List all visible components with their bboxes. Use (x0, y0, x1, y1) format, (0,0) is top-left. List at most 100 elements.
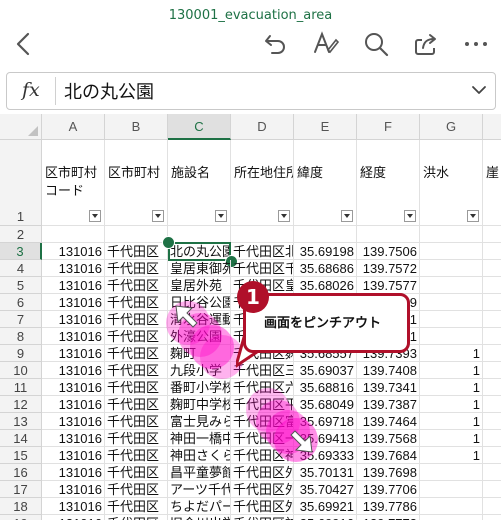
table-cell[interactable]: 千代田区 (105, 379, 168, 396)
share-icon[interactable] (412, 30, 440, 58)
filter-dropdown-icon[interactable] (341, 210, 353, 222)
table-cell[interactable] (483, 396, 501, 413)
row-header-15[interactable]: 15 (0, 447, 42, 464)
table-cell[interactable]: 千代田区 (105, 328, 168, 345)
select-all-corner[interactable] (0, 114, 42, 140)
row-header-13[interactable]: 13 (0, 413, 42, 430)
table-cell[interactable]: 35.70131 (294, 464, 357, 481)
row-header-7[interactable]: 7 (0, 311, 42, 328)
table-cell[interactable]: 35.68026 (294, 277, 357, 294)
table-cell[interactable]: 1 (420, 362, 483, 379)
table-cell[interactable] (231, 226, 294, 243)
column-header-B[interactable]: B (105, 114, 168, 140)
row-header-1[interactable]: 1 (0, 140, 42, 226)
table-cell[interactable] (357, 226, 420, 243)
table-cell[interactable]: 139.7773 (357, 515, 420, 520)
row-header-6[interactable]: 6 (0, 294, 42, 311)
table-cell[interactable]: 富士見みら (168, 413, 231, 430)
table-cell[interactable]: 1 (420, 345, 483, 362)
column-header-G[interactable]: G (420, 114, 483, 140)
undo-icon[interactable] (262, 30, 290, 58)
row-header-12[interactable]: 12 (0, 396, 42, 413)
header-cell[interactable]: 施設名 (168, 140, 231, 226)
table-cell[interactable]: 139.7706 (357, 481, 420, 498)
table-cell[interactable]: 131016 (42, 345, 105, 362)
table-cell[interactable] (483, 328, 501, 345)
table-cell[interactable] (483, 481, 501, 498)
table-cell[interactable]: 131016 (42, 294, 105, 311)
table-cell[interactable]: 35.68049 (294, 396, 357, 413)
column-header-C[interactable]: C (168, 114, 231, 140)
row-header-5[interactable]: 5 (0, 277, 42, 294)
table-cell[interactable]: 131016 (42, 362, 105, 379)
table-cell[interactable]: 麹町中学校 (168, 396, 231, 413)
table-cell[interactable] (483, 226, 501, 243)
table-cell[interactable]: 139.7464 (357, 413, 420, 430)
table-cell[interactable]: 139.7506 (357, 243, 420, 260)
table-cell[interactable] (420, 464, 483, 481)
table-cell[interactable]: 139.7341 (357, 379, 420, 396)
row-header-19[interactable]: 19 (0, 515, 42, 520)
table-cell[interactable]: 千代田区 (105, 294, 168, 311)
table-cell[interactable]: 旧会川出学 (168, 515, 231, 520)
row-header-10[interactable]: 10 (0, 362, 42, 379)
table-cell[interactable]: 皇居東御苑 (168, 260, 231, 277)
table-cell[interactable]: 35.68816 (294, 379, 357, 396)
table-cell[interactable]: 千代田区 (105, 345, 168, 362)
header-cell[interactable]: 区市町村 (105, 140, 168, 226)
table-cell[interactable]: 131016 (42, 430, 105, 447)
table-cell[interactable]: 35.70427 (294, 481, 357, 498)
table-cell[interactable]: 千代田区北 (231, 243, 294, 260)
table-cell[interactable]: 35.69921 (294, 498, 357, 515)
table-cell[interactable] (483, 464, 501, 481)
header-cell[interactable]: 洪水 (420, 140, 483, 226)
header-cell[interactable]: 経度 (357, 140, 420, 226)
table-cell[interactable]: 昌平童夢館 (168, 464, 231, 481)
table-cell[interactable]: 神田一橋中 (168, 430, 231, 447)
table-cell[interactable]: 千代田区 (105, 498, 168, 515)
table-cell[interactable] (42, 226, 105, 243)
table-cell[interactable]: 千代田区外 (231, 498, 294, 515)
table-cell[interactable] (483, 243, 501, 260)
formula-value[interactable]: 北の丸公園 (64, 78, 154, 104)
table-cell[interactable]: 139.7387 (357, 396, 420, 413)
table-cell[interactable]: 1 (420, 430, 483, 447)
row-header-16[interactable]: 16 (0, 464, 42, 481)
table-cell[interactable] (168, 226, 231, 243)
table-cell[interactable]: アーツ千代 (168, 481, 231, 498)
table-cell[interactable]: 千代田区神 (231, 515, 294, 520)
chevron-down-icon[interactable] (471, 82, 487, 98)
table-cell[interactable]: 千代田区千 (231, 260, 294, 277)
table-cell[interactable]: 139.7786 (357, 498, 420, 515)
table-cell[interactable] (420, 515, 483, 520)
table-cell[interactable]: 139.7577 (357, 277, 420, 294)
table-cell[interactable]: 千代田区外 (231, 481, 294, 498)
table-cell[interactable]: 千代田区 (105, 515, 168, 520)
table-cell[interactable] (420, 277, 483, 294)
filter-dropdown-icon[interactable] (89, 210, 101, 222)
table-cell[interactable]: 1 (420, 413, 483, 430)
filter-dropdown-icon[interactable] (215, 210, 227, 222)
table-cell[interactable]: 131016 (42, 515, 105, 520)
table-cell[interactable]: 35.69037 (294, 362, 357, 379)
column-header-F[interactable]: F (357, 114, 420, 140)
column-header-next[interactable] (483, 114, 501, 140)
table-cell[interactable]: 千代田区 (105, 260, 168, 277)
table-cell[interactable]: 131016 (42, 413, 105, 430)
header-cell[interactable]: 緯度 (294, 140, 357, 226)
table-cell[interactable]: 131016 (42, 260, 105, 277)
row-header-11[interactable]: 11 (0, 379, 42, 396)
row-header-18[interactable]: 18 (0, 498, 42, 515)
formula-bar[interactable]: fx 北の丸公園 (6, 72, 496, 110)
row-header-2[interactable]: 2 (0, 226, 42, 243)
row-header-3[interactable]: 3 (0, 243, 42, 260)
table-cell[interactable] (294, 226, 357, 243)
table-cell[interactable]: 番町小学校 (168, 379, 231, 396)
table-cell[interactable] (420, 311, 483, 328)
table-cell[interactable]: 千代田区 (105, 396, 168, 413)
table-cell[interactable]: 千代田区 (105, 464, 168, 481)
table-cell[interactable] (483, 260, 501, 277)
row-header-17[interactable]: 17 (0, 481, 42, 498)
table-cell[interactable] (420, 260, 483, 277)
table-cell[interactable] (483, 515, 501, 520)
